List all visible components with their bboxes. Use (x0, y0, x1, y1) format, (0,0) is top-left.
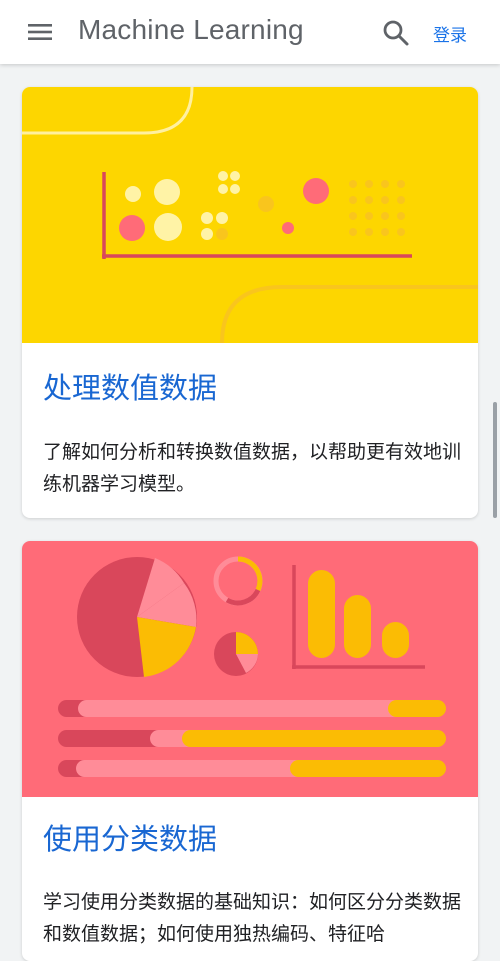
scrollbar-thumb[interactable] (493, 402, 497, 518)
card-title[interactable]: 处理数值数据 (43, 365, 217, 407)
card-description: 学习使用分类数据的基础知识：如何区分分类数据和数值数据；如何使用独热编码、特征哈 (43, 891, 462, 945)
login-link[interactable]: 登录 (433, 21, 467, 46)
card-description: 了解如何分析和转换数值数据，以帮助更有效地训练机器学习模型。 (43, 441, 462, 495)
search-icon[interactable] (380, 17, 412, 49)
categorical-data-illustration (22, 541, 478, 797)
card-title[interactable]: 使用分类数据 (43, 816, 217, 858)
card-numerical-data[interactable]: 处理数值数据 了解如何分析和转换数值数据，以帮助更有效地训练机器学习模型。 (22, 87, 478, 518)
menu-icon[interactable] (22, 18, 58, 46)
numerical-data-illustration (22, 87, 478, 343)
top-app-bar: Machine Learning 登录 (0, 0, 500, 64)
app-title: Machine Learning (78, 14, 304, 45)
card-categorical-data[interactable]: 使用分类数据 学习使用分类数据的基础知识：如何区分分类数据和数值数据；如何使用独… (22, 541, 478, 961)
